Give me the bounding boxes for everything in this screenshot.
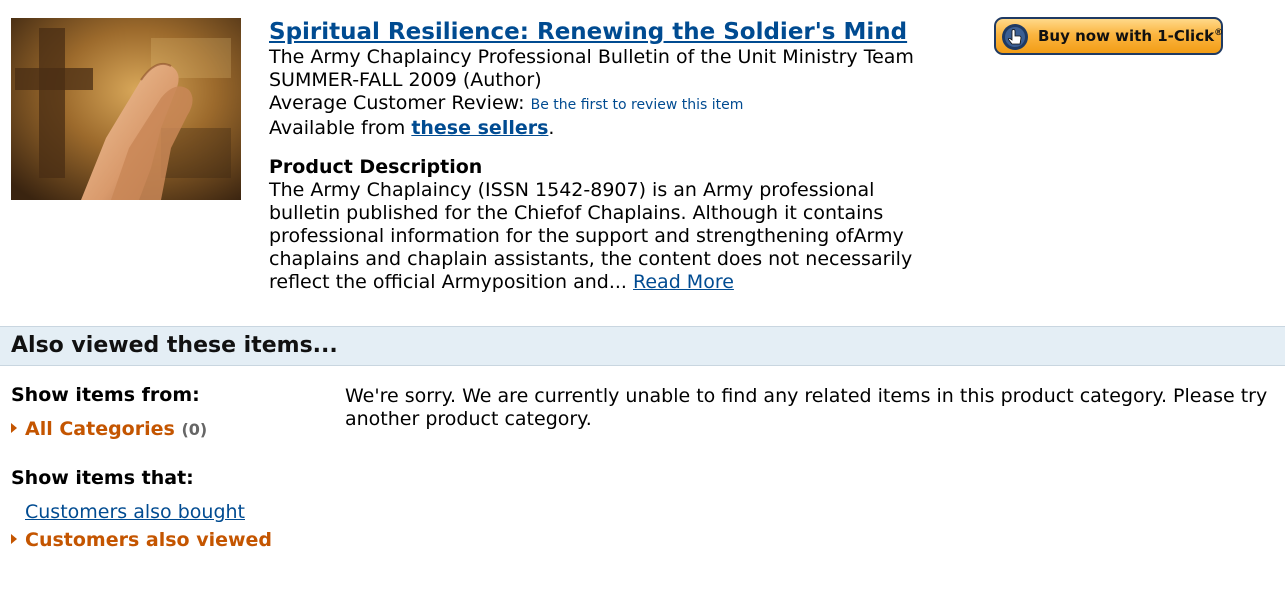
customers-also-viewed-label: Customers also viewed [25, 529, 273, 551]
product-image[interactable] [11, 18, 241, 200]
first-review-link[interactable]: Be the first to review this item [531, 97, 744, 113]
description-line: chaplains and chaplain assistants, the c… [269, 248, 913, 270]
availability-line: Available from these sellers. [269, 117, 949, 140]
description-line: bulletin published for the Chiefof Chapl… [269, 202, 884, 224]
filters-panel: Show items from: All Categories (0) Show… [11, 382, 321, 553]
registered-mark: ® [1214, 28, 1224, 38]
description-line: The Army Chaplaincy (ISSN 1542-8907) is … [269, 179, 875, 201]
review-line: Average Customer Review: Be the first to… [269, 92, 949, 117]
customers-also-bought-row: Customers also bought [11, 499, 321, 525]
read-more-link[interactable]: Read More [633, 271, 734, 293]
available-suffix: . [548, 117, 555, 139]
praying-hands-cross-image [11, 18, 241, 200]
product-info: Spiritual Resilience: Renewing the Soldi… [269, 18, 949, 294]
sellers-link[interactable]: these sellers [411, 117, 548, 139]
customers-also-viewed-filter[interactable]: Customers also viewed [11, 527, 321, 553]
product-title-link[interactable]: Spiritual Resilience: Renewing the Soldi… [269, 18, 907, 46]
all-categories-label: All Categories [25, 418, 175, 440]
no-items-message-line: We're sorry. We are currently unable to … [345, 385, 1268, 407]
customers-also-bought-link[interactable]: Customers also bought [25, 501, 245, 523]
available-prefix: Available from [269, 117, 406, 139]
all-categories-count: (0) [181, 420, 208, 439]
buy-now-label: Buy now with 1-Click® [1038, 27, 1223, 45]
triangle-right-icon [11, 423, 17, 433]
show-items-that-heading: Show items that: [11, 467, 194, 489]
also-viewed-title: Also viewed these items... [11, 333, 338, 358]
author-line-2: SUMMER-FALL 2009 (Author) [269, 69, 542, 91]
author-line-1: The Army Chaplaincy Professional Bulleti… [269, 46, 914, 68]
no-items-message: We're sorry. We are currently unable to … [345, 385, 1285, 431]
review-label: Average Customer Review: [269, 92, 525, 114]
description-line: reflect the official Armyposition and... [269, 271, 627, 293]
all-categories-filter[interactable]: All Categories (0) [11, 416, 321, 443]
no-items-message-line: another product category. [345, 408, 592, 430]
description-line: professional information for the support… [269, 225, 904, 247]
show-items-from-heading: Show items from: [11, 384, 200, 406]
description-body: The Army Chaplaincy (ISSN 1542-8907) is … [269, 179, 949, 294]
also-viewed-header: Also viewed these items... [0, 326, 1285, 366]
buy-now-text: Buy now with 1-Click [1038, 27, 1215, 45]
description-heading: Product Description [269, 156, 483, 178]
cursor-hand-icon [1002, 24, 1028, 50]
triangle-right-icon [11, 534, 17, 544]
page: Spiritual Resilience: Renewing the Soldi… [0, 0, 1285, 602]
buy-now-button[interactable]: Buy now with 1-Click® [994, 17, 1223, 55]
description-line-last: reflect the official Armyposition and...… [269, 271, 949, 294]
